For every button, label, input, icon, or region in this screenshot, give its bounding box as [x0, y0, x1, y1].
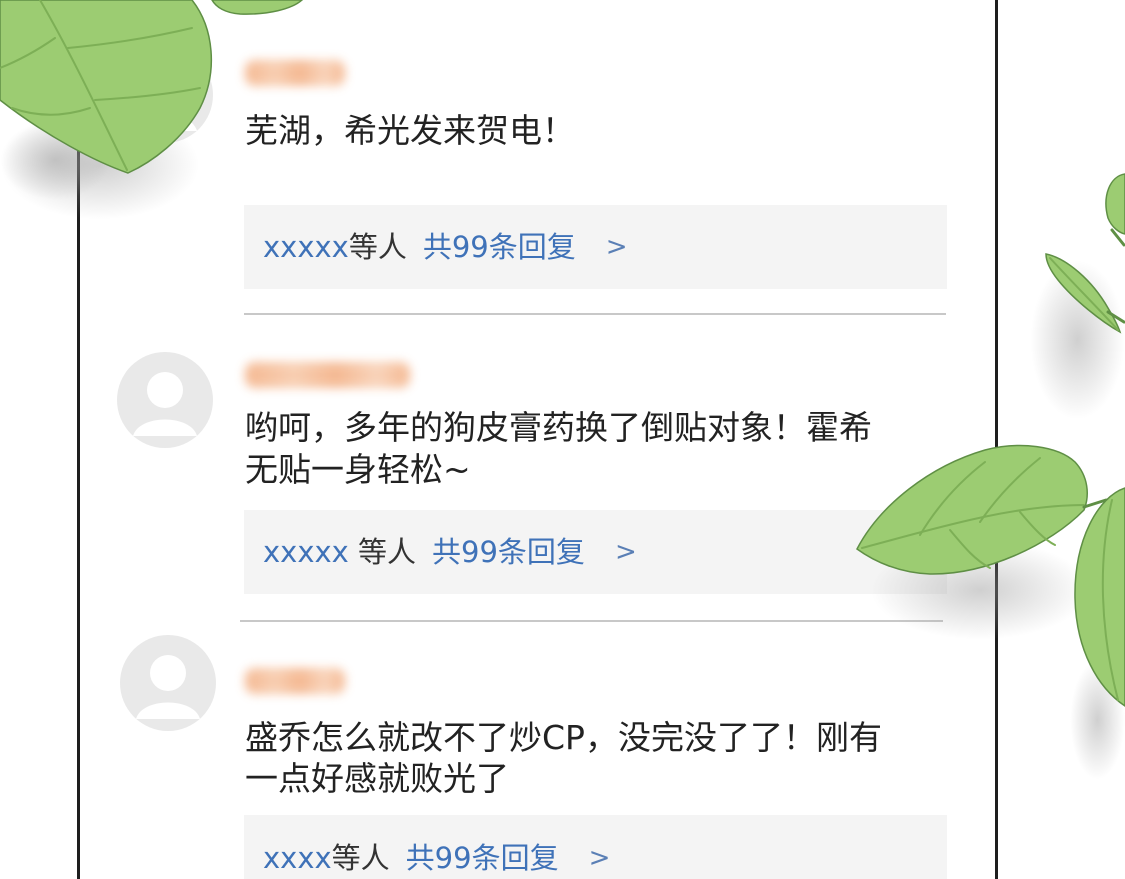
username-blurred[interactable]	[245, 362, 410, 388]
comment-line: 盛乔怎么就改不了炒CP，没完没了了！刚有	[245, 718, 882, 757]
leaf-icon	[211, 0, 304, 15]
comment-text: 哟呵，多年的狗皮膏药换了倒贴对象！霍希 无贴一身轻松~	[245, 407, 872, 491]
reply-users-link[interactable]: xxxxx	[263, 536, 349, 568]
comment-line: 哟呵，多年的狗皮膏药换了倒贴对象！霍希	[245, 408, 872, 447]
divider	[244, 313, 946, 315]
comment-text: 芜湖，希光发来贺电！	[245, 110, 575, 152]
panel-border-left	[77, 140, 80, 879]
reply-count-link[interactable]: 共99条回复	[406, 842, 559, 874]
reply-count-link[interactable]: 共99条回复	[423, 231, 576, 263]
reply-users-link[interactable]: xxxxx	[263, 231, 349, 263]
comment-line: 一点好感就败光了	[245, 759, 509, 798]
reply-users-link[interactable]: xxxx	[263, 842, 332, 874]
comment-text: 盛乔怎么就改不了炒CP，没完没了了！刚有 一点好感就败光了	[245, 717, 882, 799]
divider	[240, 620, 943, 622]
reply-summary[interactable]: xxxxx 等人 共99条回复 >	[244, 510, 947, 594]
chevron-right-icon[interactable]: >	[589, 842, 611, 874]
reply-count-link[interactable]: 共99条回复	[432, 536, 585, 568]
comment-line: 无贴一身轻松~	[245, 450, 471, 489]
default-avatar-icon	[117, 352, 213, 448]
avatar[interactable]	[120, 635, 216, 731]
reply-summary[interactable]: xxxxx 等人 共99条回复 >	[244, 205, 947, 289]
leaf-shadow	[1070, 660, 1125, 780]
reply-others-label: 等人	[348, 535, 417, 569]
reply-summary[interactable]: xxxx 等人 共99条回复 >	[244, 815, 947, 879]
username-blurred[interactable]	[245, 60, 345, 86]
leaf-shadow	[0, 120, 110, 200]
leaf-shadow	[1030, 260, 1125, 420]
username-blurred[interactable]	[245, 668, 345, 694]
avatar[interactable]	[117, 352, 213, 448]
default-avatar-icon	[120, 635, 216, 731]
chevron-right-icon[interactable]: >	[615, 536, 637, 568]
comment-line: 芜湖，希光发来贺电！	[245, 111, 575, 150]
panel-border-right	[995, 0, 998, 879]
reply-others-label: 等人	[331, 841, 390, 875]
chevron-right-icon[interactable]: >	[606, 231, 628, 263]
leaf-shadow	[870, 540, 1090, 640]
reply-others-label: 等人	[348, 230, 407, 264]
